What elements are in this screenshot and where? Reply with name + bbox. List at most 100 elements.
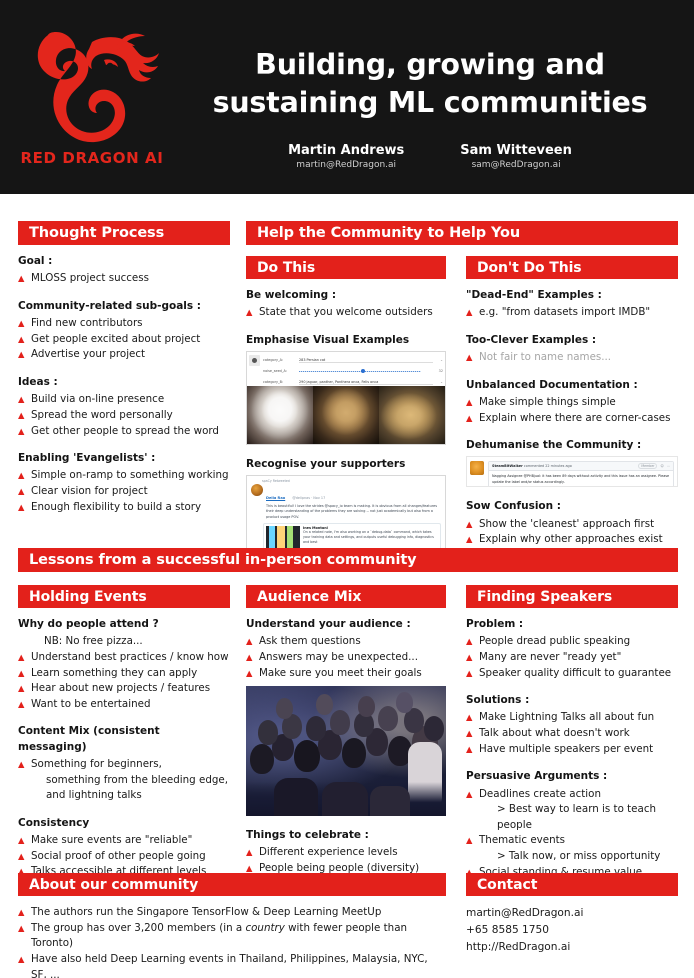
- fs-item: Speaker quality difficult to guarantee: [466, 666, 678, 682]
- dragon-icon: [37, 32, 159, 143]
- he-item-cont: something from the bleeding edge,: [46, 773, 229, 786]
- ddt-heading-confusion: Sow Confusion :: [466, 500, 561, 513]
- dt-heading-supporters: Recognise your supporters: [246, 458, 406, 471]
- chevron-down-icon: ⌄: [440, 358, 443, 363]
- author-1-name: Martin Andrews: [288, 143, 405, 158]
- page-title: Building, growing and sustaining ML comm…: [176, 46, 684, 121]
- ddt-item: e.g. "from datasets import IMDB": [466, 305, 678, 321]
- persian-cat-image: [247, 386, 313, 445]
- fs-item: People dread public speaking: [466, 634, 678, 650]
- he-item: Something for beginners,: [18, 757, 230, 773]
- dt-heading-welcoming: Be welcoming :: [246, 289, 337, 301]
- colab-value-2: 32: [438, 369, 443, 374]
- he-item: Understand best practices / know how: [18, 650, 230, 666]
- thought-process-title: Thought Process: [18, 221, 230, 245]
- tp-item: Get other people to spread the word: [18, 424, 230, 440]
- tp-item: Clear vision for project: [18, 484, 230, 500]
- fs-item: Have multiple speakers per event: [466, 742, 678, 758]
- lessons-banner-title: Lessons from a successful in-person comm…: [18, 548, 678, 572]
- chevron-down-icon: ⌄: [440, 380, 443, 385]
- github-username[interactable]: SteamBitWalker: [492, 464, 523, 468]
- about-item-b-italic: country: [245, 921, 285, 934]
- author-2-email: sam@RedDragon.ai: [471, 160, 561, 171]
- dt-item: State that you welcome outsiders: [246, 305, 446, 321]
- author-list: Martin Andrews martin@RedDragon.ai Sam W…: [176, 143, 684, 172]
- avatar: [251, 484, 263, 497]
- audience-photo: [246, 686, 446, 817]
- poster-header: RED DRAGON AI Building, growing and sust…: [0, 0, 694, 194]
- dont-do-this-title: Don't Do This: [466, 256, 678, 279]
- am-item: Ask them questions: [246, 634, 446, 650]
- tweet-author-handle: @delipnas · Nov 17: [292, 496, 326, 501]
- colab-label-2: noise_seed_A:: [263, 369, 287, 374]
- he-item: Social proof of other people going: [18, 849, 230, 865]
- section-do-this: Do This Be welcoming : State that you we…: [246, 256, 446, 556]
- title-line-2: sustaining ML communities: [212, 85, 648, 119]
- github-comment-text: Nagging Assignee @PHBjual: it has been 8…: [492, 474, 670, 484]
- jaguar-image-1: [313, 386, 379, 445]
- ddt-item: Explain where there are corner-cases: [466, 411, 678, 427]
- colab-value-1: 283 Persian cat: [299, 358, 433, 363]
- colab-row-2: noise_seed_A: 32: [249, 366, 443, 376]
- poster-root: RED DRAGON AI Building, growing and sust…: [0, 0, 694, 978]
- section-dont-do-this: Don't Do This "Dead-End" Examples : e.g.…: [466, 256, 678, 548]
- tweet-header: Delia Rao @delipnas · Nov 17 This is bea…: [251, 484, 441, 519]
- fs-heading-persuasive: Persuasive Arguments :: [466, 770, 608, 783]
- section-holding-events: Holding Events Why do people attend ? NB…: [18, 585, 230, 880]
- tp-item: MLOSS project success: [18, 271, 230, 287]
- ddt-heading-dehumanise: Dehumanise the Community :: [466, 439, 642, 452]
- author-2: Sam Witteveen sam@RedDragon.ai: [460, 143, 572, 172]
- github-comment-screenshot: SteamBitWalker commented 22 minutes ago …: [466, 456, 678, 488]
- about-item: The group has over 3,200 members (in a c…: [18, 921, 446, 952]
- colab-value-3: 290 jaguar, panther, Panthera onca, Feli…: [299, 380, 433, 385]
- he-heading-consistency: Consistency: [18, 816, 90, 829]
- about-item: The authors run the Singapore TensorFlow…: [18, 905, 446, 921]
- contact-url[interactable]: http://RedDragon.ai: [466, 939, 678, 956]
- contact-email[interactable]: martin@RedDragon.ai: [466, 905, 678, 922]
- tp-heading-subgoals: Community-related sub-goals :: [18, 299, 201, 312]
- tp-item: Build via on-line presence: [18, 392, 230, 408]
- member-badge: Member: [638, 463, 658, 470]
- kebab-menu-icon[interactable]: ⋯: [667, 464, 670, 468]
- he-item: Hear about new projects / features: [18, 681, 230, 697]
- quoted-tweet-text: On a related note, I'm also working on a…: [303, 529, 434, 544]
- emoji-icon[interactable]: ☺: [660, 464, 663, 468]
- tweet-mock: spaCy Retweeted Delia Rao @delipnas · No…: [247, 476, 445, 554]
- he-item: Make sure events are "reliable": [18, 833, 230, 849]
- github-comment-header: SteamBitWalker commented 22 minutes ago …: [489, 462, 673, 472]
- tweet-screenshot: spaCy Retweeted Delia Rao @delipnas · No…: [246, 475, 446, 556]
- jaguar-image-2: [379, 386, 445, 445]
- am-heading-celebrate: Things to celebrate :: [246, 829, 369, 842]
- fs-heading-solutions: Solutions :: [466, 694, 530, 707]
- ddt-item: Not fair to name names...: [466, 350, 678, 366]
- author-2-name: Sam Witteveen: [460, 143, 572, 158]
- tp-heading-ideas: Ideas :: [18, 376, 58, 388]
- fs-subitem: > Talk now, or miss opportunity: [497, 850, 661, 863]
- code-thumbnail: [266, 525, 300, 550]
- lessons-banner-wrap: Lessons from a successful in-person comm…: [18, 548, 678, 572]
- contact-title: Contact: [466, 873, 678, 896]
- tp-item: Find new contributors: [18, 316, 230, 332]
- author-1: Martin Andrews martin@RedDragon.ai: [288, 143, 404, 172]
- github-comment-card: SteamBitWalker commented 22 minutes ago …: [488, 461, 674, 487]
- noise-seed-slider[interactable]: [299, 369, 433, 374]
- fs-item: Talk about what doesn't work: [466, 726, 678, 742]
- about-item: Have also held Deep Learning events in T…: [18, 952, 446, 978]
- he-heading-why: Why do people attend ?: [18, 618, 159, 630]
- fs-item: Deadlines create action: [466, 787, 678, 803]
- section-about-community: About our community The authors run the …: [18, 873, 446, 978]
- ddt-heading-deadend: "Dead-End" Examples :: [466, 289, 602, 301]
- github-action: commented 22 minutes ago: [523, 464, 572, 469]
- am-item: Answers may be unexpected...: [246, 650, 446, 666]
- help-community-title: Help the Community to Help You: [246, 221, 678, 245]
- tp-item: Enough flexibility to build a story: [18, 500, 230, 516]
- section-audience-mix: Audience Mix Understand your audience : …: [246, 585, 446, 892]
- quoted-tweet-body: Ines Montani On a related note, I'm also…: [303, 526, 438, 550]
- slider-knob[interactable]: [360, 369, 365, 374]
- generated-cat-images: [247, 386, 445, 445]
- colab-widget-screenshot: category_A: 283 Persian cat ⌄ noise_seed…: [246, 351, 446, 446]
- section-contact: Contact martin@RedDragon.ai +65 8585 175…: [466, 873, 678, 956]
- he-item-cont: and lightning talks: [46, 789, 142, 802]
- tweet-text: This is beautiful! I love the strides @s…: [266, 504, 437, 519]
- tweet-author-name[interactable]: Delia Rao: [266, 496, 285, 500]
